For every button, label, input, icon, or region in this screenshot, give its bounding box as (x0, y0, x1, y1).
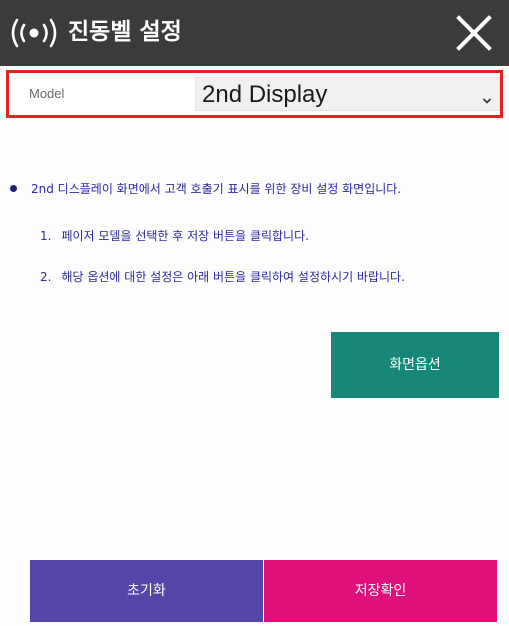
model-selected-value: 2nd Display (202, 81, 328, 108)
instruction-intro-text: 2nd 디스플레이 화면에서 고객 호출기 표시를 위한 장비 설정 화면입니다… (31, 182, 402, 196)
step-number: 1. (40, 229, 52, 243)
step-number: 2. (40, 270, 52, 284)
chevron-down-icon (482, 90, 492, 104)
save-confirm-button[interactable]: 저장확인 (264, 560, 497, 622)
bullet-icon (10, 185, 17, 192)
window-title: 진동벨 설정 (68, 19, 182, 45)
reset-button[interactable]: 초기화 (30, 560, 263, 622)
title-bar: 진동벨 설정 (0, 0, 509, 66)
model-dropdown[interactable]: 2nd Display (195, 77, 500, 111)
model-selection-row: Model 2nd Display (6, 70, 503, 118)
close-icon[interactable] (452, 12, 496, 54)
screen-option-button[interactable]: 화면옵션 (331, 332, 499, 398)
instruction-step: 1. 페이저 모델을 선택한 후 저장 버튼을 클릭합니다. (40, 227, 309, 244)
instruction-intro: 2nd 디스플레이 화면에서 고객 호출기 표시를 위한 장비 설정 화면입니다… (10, 180, 401, 197)
vibration-signal-icon (8, 17, 60, 49)
model-label: Model (29, 86, 65, 101)
step-text: 해당 옵션에 대한 설정은 아래 버튼을 클릭하여 설정하시기 바랍니다. (61, 270, 405, 284)
instruction-step: 2. 해당 옵션에 대한 설정은 아래 버튼을 클릭하여 설정하시기 바랍니다. (40, 268, 405, 285)
step-text: 페이저 모델을 선택한 후 저장 버튼을 클릭합니다. (61, 229, 309, 243)
pager-settings-window: 진동벨 설정 Model 2nd Display 2nd 디스플레이 화면에서 … (0, 0, 509, 626)
